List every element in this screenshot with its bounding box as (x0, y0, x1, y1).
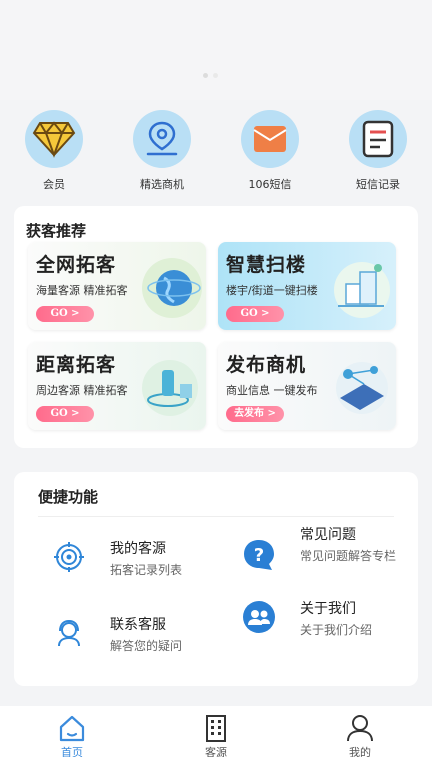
envelope-icon (241, 110, 299, 168)
quick-item-desc: 拓客记录列表 (110, 563, 183, 577)
shortcut-row: 会员 精选商机 106短信 短信记录 (0, 110, 432, 192)
divider (38, 516, 394, 517)
diamond-icon (25, 110, 83, 168)
tab-label: 我的 (349, 746, 371, 757)
carousel-dots (203, 73, 218, 78)
bottom-tab-bar: 首页 客源 我的 (0, 706, 432, 757)
quick-item-faq[interactable]: ? 常见问题 常见问题解答专栏 (242, 526, 400, 572)
quick-item-label: 我的客源 (110, 541, 166, 557)
carousel-dot[interactable] (213, 73, 218, 78)
record-list-icon (349, 110, 407, 168)
shortcut-sms-record[interactable]: 短信记录 (336, 110, 420, 192)
banner-carousel[interactable] (0, 0, 432, 100)
team-icon (242, 600, 276, 634)
tile-subtitle: 周边客源 精准拓客 (36, 384, 128, 397)
quick-item-desc: 常见问题解答专栏 (300, 549, 397, 563)
location-pin-icon (133, 110, 191, 168)
tile-subtitle: 商业信息 一键发布 (226, 384, 318, 397)
home-icon (59, 715, 85, 742)
shortcut-opportunity[interactable]: 精选商机 (120, 110, 204, 192)
quick-functions-card: 便捷功能 我的客源 拓客记录列表 ? 常见问题 常见问题解答专栏 联系客服 解答… (14, 472, 418, 686)
tab-label: 客源 (205, 746, 227, 757)
tile-network-prospect[interactable]: 全网拓客 海量客源 精准拓客 GO > (28, 242, 206, 330)
tile-title: 全网拓客 (36, 254, 117, 276)
tile-distance-prospect[interactable]: 距离拓客 周边客源 精准拓客 GO > (28, 342, 206, 430)
globe-icon (134, 254, 202, 320)
tile-smart-scan[interactable]: 智慧扫楼 楼宇/街道一键扫楼 GO > (218, 242, 396, 330)
customer-service-icon (52, 616, 86, 650)
svg-text:?: ? (254, 545, 264, 566)
tile-title: 距离拓客 (36, 354, 117, 376)
tab-clients[interactable]: 客源 (171, 714, 261, 757)
tile-subtitle: 海量客源 精准拓客 (36, 284, 128, 297)
publish-network-icon (324, 354, 392, 420)
quick-item-desc: 关于我们介绍 (300, 623, 373, 637)
go-button[interactable]: GO > (36, 306, 94, 322)
question-bubble-icon: ? (242, 538, 276, 572)
tab-home[interactable]: 首页 (27, 714, 117, 757)
quick-item-label: 关于我们 (300, 601, 356, 617)
tile-publish-opportunity[interactable]: 发布商机 商业信息 一键发布 去发布 > (218, 342, 396, 430)
shortcut-label: 会员 (43, 178, 65, 191)
go-button[interactable]: 去发布 > (226, 406, 284, 422)
user-icon (347, 715, 373, 742)
quick-title: 便捷功能 (38, 488, 99, 506)
recommend-title: 获客推荐 (26, 222, 87, 240)
carousel-dot[interactable] (203, 73, 208, 78)
quick-item-my-clients[interactable]: 我的客源 拓客记录列表 (52, 540, 182, 578)
tab-mine[interactable]: 我的 (315, 714, 405, 757)
quick-item-support[interactable]: 联系客服 解答您的疑问 (52, 616, 182, 654)
tab-label: 首页 (61, 746, 83, 757)
shortcut-member[interactable]: 会员 (12, 110, 96, 192)
recommend-card: 获客推荐 全网拓客 海量客源 精准拓客 GO > 智慧扫楼 楼宇/街道一键扫楼 … (14, 206, 418, 448)
quick-item-desc: 解答您的疑问 (110, 639, 183, 653)
building-scan-icon (324, 254, 392, 320)
quick-item-about[interactable]: 关于我们 关于我们介绍 (242, 600, 372, 638)
shortcut-sms[interactable]: 106短信 (228, 110, 312, 192)
tile-title: 发布商机 (226, 354, 307, 376)
shortcut-label: 短信记录 (356, 178, 400, 191)
building-icon (206, 715, 226, 742)
tile-subtitle: 楼宇/街道一键扫楼 (226, 284, 318, 297)
quick-item-label: 常见问题 (300, 527, 356, 543)
go-button[interactable]: GO > (226, 306, 284, 322)
shortcut-label: 精选商机 (140, 178, 184, 191)
target-icon (52, 540, 86, 574)
tile-title: 智慧扫楼 (226, 254, 307, 276)
radar-distance-icon (134, 354, 202, 420)
go-button[interactable]: GO > (36, 406, 94, 422)
shortcut-label: 106短信 (248, 178, 292, 191)
quick-item-label: 联系客服 (110, 617, 166, 633)
